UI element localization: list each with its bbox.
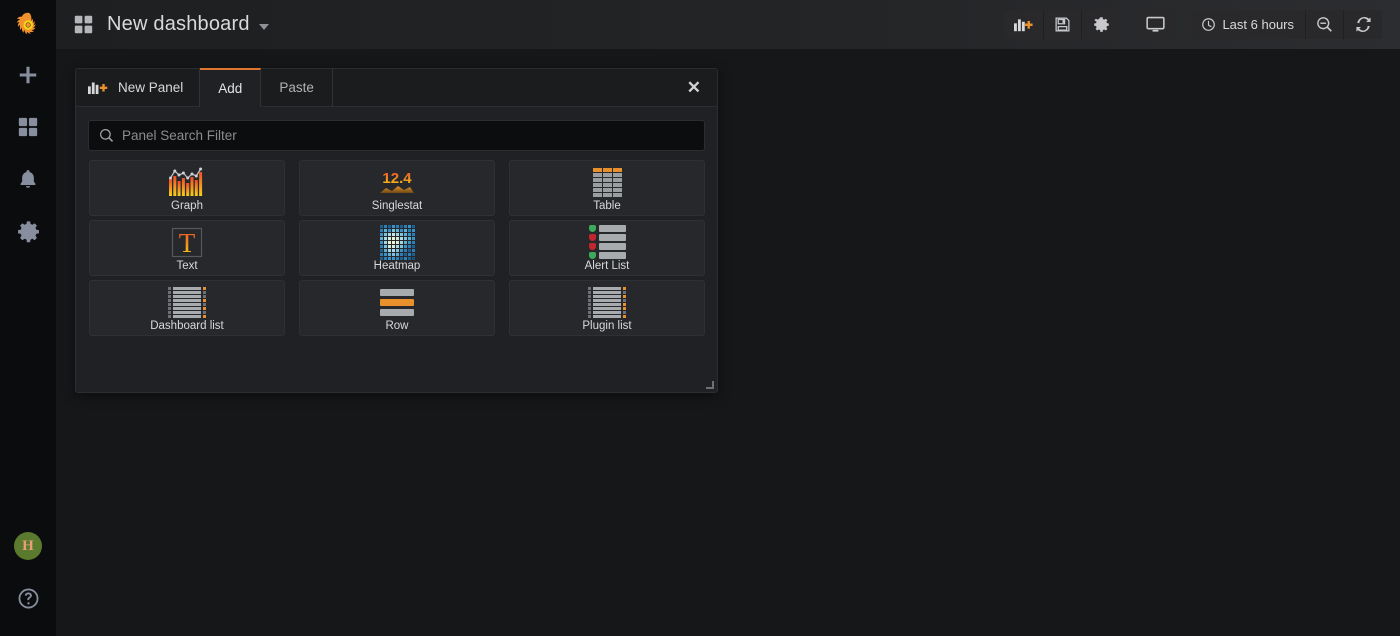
- page-title: New dashboard: [107, 13, 250, 35]
- new-panel-label: New Panel: [118, 80, 184, 95]
- monitor-icon: [1146, 16, 1166, 32]
- row-icon: [380, 285, 414, 319]
- singlestat-icon: 12.4: [374, 165, 420, 199]
- save-floppy-icon: [1055, 17, 1070, 32]
- panel-search-area: [76, 107, 717, 151]
- dashboard-grid-icon: [74, 15, 93, 34]
- close-icon: ✕: [686, 77, 701, 97]
- panel-type-label: Graph: [171, 200, 203, 212]
- bell-icon: [20, 170, 36, 188]
- zoom-out-icon: [1317, 17, 1332, 32]
- tv-mode-button[interactable]: [1136, 10, 1175, 39]
- grafana-logo[interactable]: [0, 0, 56, 49]
- panel-type-label: Plugin list: [582, 320, 632, 332]
- sidebar-item-alerting[interactable]: [0, 153, 56, 205]
- save-dashboard-button[interactable]: [1044, 10, 1083, 39]
- heatmap-icon: [379, 224, 415, 260]
- nav-group-edit: [1004, 10, 1121, 39]
- refresh-icon: [1355, 17, 1371, 32]
- panel-type-row[interactable]: Row: [299, 280, 495, 336]
- text-icon: T: [171, 225, 203, 259]
- dashboards-grid-icon: [18, 117, 38, 137]
- panel-type-grid: Graph 12.4 Singlestat Table T Text Heatm…: [76, 151, 717, 336]
- table-icon: [592, 165, 622, 199]
- grafana-logo-icon: [16, 12, 36, 34]
- alert-list-icon: [588, 225, 626, 259]
- panel-type-text[interactable]: T Text: [89, 220, 285, 276]
- sidebar-item-configuration[interactable]: [0, 205, 56, 257]
- main-sidebar: H: [0, 0, 56, 636]
- plus-icon: [19, 66, 37, 84]
- svg-text:12.4: 12.4: [382, 170, 412, 187]
- graph-icon: [168, 165, 206, 199]
- dashboard-list-icon: [168, 285, 206, 319]
- panel-tab-bar: New Panel Add Paste ✕: [76, 68, 717, 107]
- close-add-panel-button[interactable]: ✕: [671, 69, 717, 106]
- gear-icon: [17, 220, 39, 242]
- nav-group-view: [1136, 10, 1176, 39]
- panel-type-singlestat[interactable]: 12.4 Singlestat: [299, 160, 495, 216]
- panel-type-graph[interactable]: Graph: [89, 160, 285, 216]
- avatar-initial: H: [22, 537, 34, 554]
- search-icon: [100, 128, 114, 142]
- panel-type-label: Singlestat: [371, 200, 423, 212]
- zoom-out-button[interactable]: [1306, 10, 1344, 39]
- add-panel-icon: [88, 82, 108, 95]
- panel-type-label: Table: [593, 200, 621, 212]
- nav-group-time: Last 6 hours: [1191, 10, 1382, 39]
- panel-type-plugin-list[interactable]: Plugin list: [509, 280, 705, 336]
- sidebar-item-user-profile[interactable]: H: [0, 520, 56, 572]
- add-panel-icon: [1014, 19, 1034, 32]
- panel-type-dashboard-list[interactable]: Dashboard list: [89, 280, 285, 336]
- time-picker-button[interactable]: Last 6 hours: [1191, 10, 1306, 39]
- panel-type-table[interactable]: Table: [509, 160, 705, 216]
- add-panel-widget: New Panel Add Paste ✕ Panel Search Filte…: [75, 68, 718, 393]
- panel-type-label: Text: [176, 260, 198, 272]
- panel-type-label: Dashboard list: [150, 320, 224, 332]
- sidebar-item-create[interactable]: [0, 49, 56, 101]
- chevron-down-icon[interactable]: [258, 23, 269, 30]
- clock-icon: [1202, 18, 1216, 31]
- refresh-button[interactable]: [1344, 10, 1382, 39]
- resize-handle[interactable]: [705, 380, 715, 390]
- tab-add-label: Add: [218, 80, 243, 96]
- dashboard-settings-button[interactable]: [1082, 10, 1120, 39]
- tab-add[interactable]: Add: [200, 68, 262, 107]
- sidebar-item-help[interactable]: [0, 572, 56, 624]
- tab-paste[interactable]: Paste: [261, 69, 333, 106]
- panel-type-label: Heatmap: [373, 260, 421, 272]
- question-circle-icon: [18, 588, 38, 608]
- tab-paste-label: Paste: [279, 80, 314, 95]
- svg-text:T: T: [179, 228, 196, 258]
- panel-type-label: Alert List: [584, 260, 630, 272]
- panel-search-box[interactable]: [88, 120, 705, 151]
- nav-right-section: Last 6 hours: [988, 10, 1400, 39]
- new-panel-brand: New Panel: [76, 69, 201, 106]
- add-panel-button[interactable]: [1004, 10, 1045, 39]
- panel-type-alert-list[interactable]: Alert List: [509, 220, 705, 276]
- avatar: H: [14, 532, 42, 560]
- top-navigation-bar: New dashboard Last 6 hours: [56, 0, 1400, 49]
- panel-type-label: Row: [385, 320, 409, 332]
- gear-icon: [1094, 17, 1109, 32]
- nav-left-section: New dashboard: [56, 13, 269, 36]
- panel-type-heatmap[interactable]: Heatmap: [299, 220, 495, 276]
- plugin-list-icon: [588, 285, 626, 319]
- time-range-label: Last 6 hours: [1222, 17, 1294, 32]
- panel-search-input[interactable]: [89, 121, 704, 150]
- sidebar-item-dashboards[interactable]: [0, 101, 56, 153]
